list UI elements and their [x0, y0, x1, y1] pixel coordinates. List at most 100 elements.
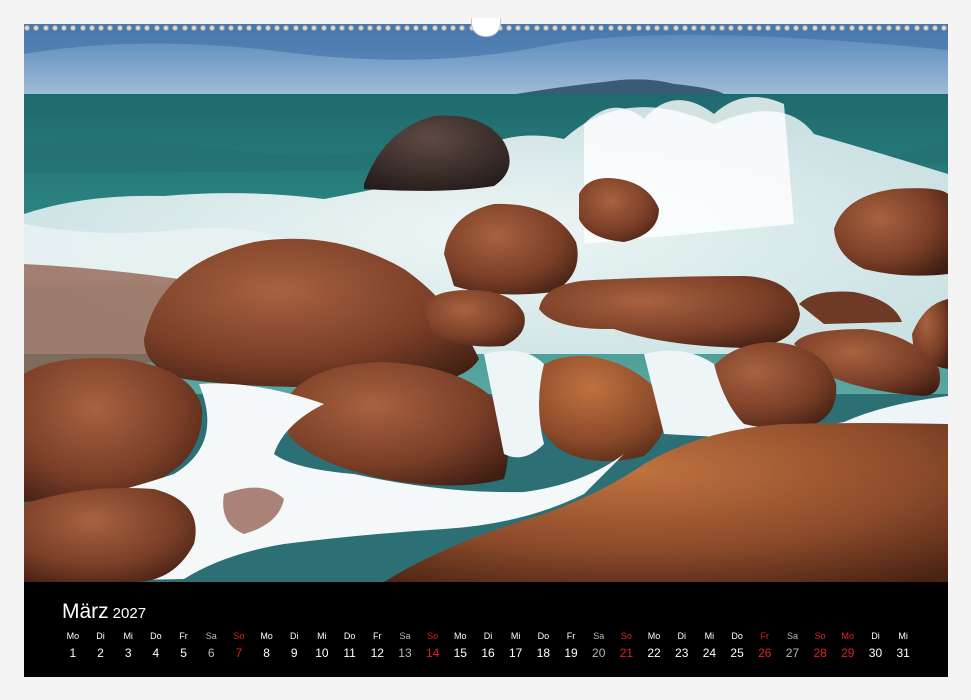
calendar-page: März 2027 Mo 1 Di 2 Mi 3 Do 4 Fr 5 Sa 6 So 7 Mo 8 Di 9 Mi 10… — [0, 0, 971, 700]
day-cell: So 28 — [806, 630, 834, 670]
day-number: 16 — [481, 646, 495, 660]
day-cell: Do 4 — [142, 630, 170, 670]
day-number: 10 — [315, 646, 329, 660]
day-number: 5 — [180, 646, 187, 660]
day-number: 14 — [425, 646, 440, 660]
day-number: 7 — [235, 646, 243, 660]
seascape-image — [24, 24, 948, 582]
day-number: 30 — [868, 646, 883, 660]
day-number: 13 — [398, 646, 412, 660]
weekday-label: Sa — [205, 631, 217, 641]
weekday-label: Di — [483, 631, 493, 641]
weekday-label: Mi — [704, 631, 715, 641]
day-cell: Do 18 — [530, 630, 558, 670]
day-cell: Di 23 — [668, 630, 696, 670]
year-label: 2027 — [112, 605, 147, 622]
day-number: 22 — [647, 646, 661, 660]
day-number: 27 — [785, 646, 800, 660]
day-number: 26 — [758, 646, 772, 660]
weekday-label: So — [814, 631, 826, 641]
weekday-label: So — [620, 631, 632, 641]
day-cell: Mo 29 — [834, 630, 862, 670]
weekday-label: Sa — [399, 631, 411, 641]
day-number: 20 — [592, 646, 606, 660]
day-number: 21 — [619, 646, 634, 660]
month-name: März — [62, 600, 109, 623]
month-title: März 2027 — [62, 600, 146, 624]
day-cell: Di 30 — [862, 630, 890, 670]
day-cell: Sa 6 — [197, 630, 225, 670]
day-cell: Mo 15 — [446, 630, 474, 670]
day-cell: Mi 24 — [696, 630, 724, 670]
day-number: 1 — [69, 646, 77, 660]
day-cell: So 14 — [419, 630, 447, 670]
day-number: 4 — [152, 646, 160, 660]
day-cell: Do 11 — [336, 630, 364, 670]
weekday-label: Do — [150, 631, 162, 641]
day-cell: Fr 19 — [557, 630, 585, 670]
weekday-label: Mi — [123, 631, 133, 641]
day-number: 25 — [730, 646, 744, 660]
day-number: 11 — [343, 646, 356, 660]
weekday-label: Mo — [841, 631, 855, 641]
days-row: Mo 1 Di 2 Mi 3 Do 4 Fr 5 Sa 6 So 7 Mo 8 Di 9 Mi 10 Do 11 Fr 12 S… — [59, 630, 917, 670]
day-cell: So 21 — [613, 630, 641, 670]
day-number: 24 — [702, 646, 717, 660]
weekday-label: Fr — [760, 631, 770, 641]
weekday-label: Fr — [566, 631, 576, 641]
day-cell: Di 2 — [87, 630, 115, 670]
day-number: 2 — [97, 646, 104, 660]
weekday-label: Mo — [454, 631, 467, 641]
day-cell: Mi 10 — [308, 630, 336, 670]
day-cell: Mi 31 — [889, 630, 917, 670]
calendar-strip: März 2027 Mo 1 Di 2 Mi 3 Do 4 Fr 5 Sa 6 So 7 Mo 8 Di 9 Mi 10… — [24, 582, 948, 677]
weekday-label: Do — [343, 631, 356, 641]
day-number: 15 — [453, 646, 467, 660]
day-number: 9 — [290, 646, 298, 660]
weekday-label: Mi — [510, 631, 521, 641]
day-number: 31 — [896, 646, 910, 660]
weekday-label: Do — [731, 631, 743, 641]
weekday-label: Do — [537, 631, 550, 641]
weekday-label: Mi — [317, 631, 327, 641]
day-cell: Mo 8 — [253, 630, 281, 670]
day-cell: Fr 12 — [363, 630, 391, 670]
weekday-label: Di — [96, 631, 105, 641]
weekday-label: Sa — [786, 631, 798, 641]
weekday-label: Mo — [66, 631, 80, 641]
day-number: 18 — [536, 646, 551, 660]
day-cell: Sa 27 — [779, 630, 807, 670]
weekday-label: Fr — [179, 631, 188, 641]
day-cell: Mo 22 — [640, 630, 668, 670]
day-cell: Mi 17 — [502, 630, 530, 670]
day-number: 17 — [508, 646, 523, 660]
weekday-label: So — [233, 631, 245, 641]
day-cell: Mi 3 — [114, 630, 142, 670]
day-cell: Fr 5 — [170, 630, 198, 670]
weekday-label: Di — [871, 631, 880, 641]
day-number: 23 — [675, 646, 689, 660]
weekday-label: Di — [290, 631, 299, 641]
day-number: 8 — [263, 646, 270, 660]
day-number: 29 — [841, 646, 855, 660]
day-cell: Di 9 — [280, 630, 308, 670]
weekday-label: Mi — [898, 631, 908, 641]
day-cell: Mo 1 — [59, 630, 87, 670]
weekday-label: Mo — [647, 631, 661, 641]
day-cell: Fr 26 — [751, 630, 779, 670]
weekday-label: So — [427, 631, 439, 641]
weekday-label: Mo — [260, 631, 273, 641]
day-number: 3 — [124, 646, 132, 660]
day-number: 12 — [370, 646, 384, 660]
weekday-label: Fr — [373, 631, 382, 641]
day-cell: Sa 20 — [585, 630, 613, 670]
day-cell: Do 25 — [723, 630, 751, 670]
day-number: 6 — [207, 646, 215, 660]
day-cell: Sa 13 — [391, 630, 419, 670]
day-cell: Di 16 — [474, 630, 502, 670]
day-cell: So 7 — [225, 630, 253, 670]
day-number: 19 — [564, 646, 578, 660]
weekday-label: Sa — [593, 631, 605, 641]
weekday-label: Di — [677, 631, 686, 641]
day-number: 28 — [813, 646, 827, 660]
